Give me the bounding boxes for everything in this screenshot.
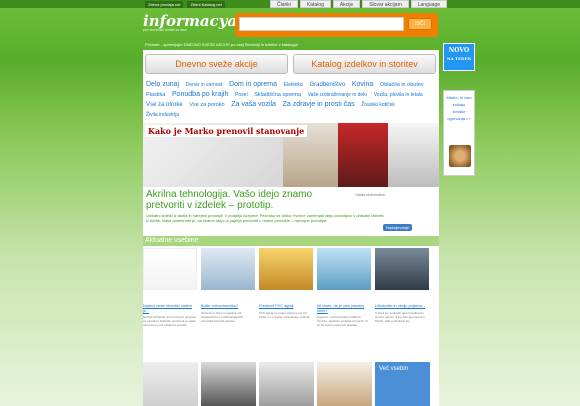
content-cards: Najbolj varen dimniški sistem je... Dimn… [143,248,439,348]
tag[interactable]: Skladiščna oprema [254,92,301,98]
banner-image-dining [388,123,439,187]
article-title[interactable]: Akrilna tehnologija. Vašo idejo znamo pr… [146,189,336,211]
slider-dots: Ostala obdelovalne: [355,193,386,197]
topnav-katalog[interactable]: Katalog [299,0,331,8]
topnav-slovar[interactable]: Slovar akcijam [362,0,409,8]
category-tags: Delo zunaj Denar in varnost Dom in oprem… [146,80,436,120]
article-text: Unikatni izdelki iz akrila in narejeni p… [146,213,384,223]
firewood-image [449,145,471,167]
tag[interactable]: Dom in oprema [229,81,277,88]
novo-label: NOVO [448,47,470,54]
section-title: Aktualne vsebine [143,236,439,246]
ad-line: znižajo [452,102,466,107]
tag[interactable]: Za vaša vozila [231,101,276,108]
card-image[interactable] [259,362,314,406]
card-link[interactable]: Učinkovita in okolju prijazna... [375,304,430,309]
card[interactable]: Bolite zobozdravnika? Strokovno, fleks i… [201,248,256,323]
card-text: Pogovor s strokovnjakom Mitkom Ocvirko, … [317,315,369,327]
card-image [317,248,371,290]
tag[interactable]: Vse za otroke [146,102,183,108]
featured-banner[interactable]: Kako je Marko prenovil stanovanje [143,123,439,187]
card[interactable]: Najbolj varen dimniški sistem je... Dimn… [143,248,198,327]
logo-tagline: prvi slovenski izdelki za dom [143,28,188,32]
tag[interactable]: Za zdravje in prosti čas [283,101,355,108]
ad-line: stroške [452,109,466,114]
toplink-2[interactable]: Zbirni Katalog.net [187,1,225,8]
search-box: ISČI [235,13,438,37]
card-link[interactable]: Najbolj varen dimniški sistem je... [143,304,198,313]
tag[interactable]: Vaše izobraževanje in delo [308,92,367,98]
tag[interactable]: Vse za poroko [189,102,224,108]
card-link[interactable]: Ali veste, da je nalo plastenj mehri. [317,304,372,313]
card-text: Strokovno, fleks in ugodna zdr standardn… [201,310,244,323]
content-cards-row2: Več vsebin [143,362,439,406]
card-image[interactable] [201,362,256,406]
tag[interactable]: Ponudba po krajih [172,91,228,98]
topnav-akcije[interactable]: Akcije [332,0,361,8]
tag[interactable]: Živila industrija [146,112,179,118]
novo-sub: NA TEDEN [446,56,472,61]
card-link[interactable]: Bolite zobozdravnika? [201,304,256,309]
read-more-button[interactable]: Nadaljevanje [383,224,413,231]
tag[interactable]: Gradbeništvo [310,82,346,88]
tag[interactable]: Kovina [352,81,373,88]
search-input[interactable] [239,17,404,31]
card[interactable]: Učinkovita in okolju prijazna... Iz žite… [375,248,430,323]
top-links: Zbirna prodaja.net Zbirni Katalog.net [145,1,225,8]
banner-image-kitchen [338,123,388,187]
banner-title: Kako je Marko prenovil stanovanje [145,125,308,137]
card-text: Iz žiteli leo sodelnih garol konjibarvni… [375,310,425,323]
card-text: Dimniki Schiedel vsi kot plus je pripeva… [143,315,196,327]
more-content-button[interactable]: Več vsebin [375,362,430,406]
intro-text: Pričnate - spremljajte DNEVNO SVEŽE AKCI… [145,42,298,47]
card[interactable]: Predmoti PVC agraji PVC agraji ne trajno… [259,248,314,319]
catalog-button[interactable]: Katalog izdelkov in storitev [293,54,436,74]
card-image [375,248,429,290]
card-image[interactable] [143,362,198,406]
daily-deals-button[interactable]: Dnevno sveže akcije [145,54,288,74]
card-image [201,248,255,290]
toplink-1[interactable]: Zbirna prodaja.net [145,1,184,8]
card-image [143,248,197,290]
topnav-language[interactable]: Language [410,0,447,8]
topnav-clanki[interactable]: Članki [270,0,298,8]
card-link[interactable]: Predmoti PVC agraji [259,304,314,309]
ad-line: Mislim, ki vam [446,95,472,100]
top-nav: Članki Katalog Akcije Slovar akcijam Lan… [270,0,447,8]
search-button[interactable]: ISČI [408,18,432,30]
tag[interactable]: Delo zunaj [146,81,179,88]
tag[interactable]: Živalski kotiček [361,102,395,108]
tag[interactable]: Posel [235,92,248,98]
card-text: PVC agraji ne trajno odporne na UV žarke… [259,310,311,319]
card-image[interactable] [317,362,372,406]
tag[interactable]: Vozila, plovila in letala [374,92,423,98]
card[interactable]: Ali veste, da je nalo plastenj mehri. Po… [317,248,372,327]
tag[interactable]: Denar in varnost [186,82,223,88]
tag[interactable]: Plastika [146,92,165,98]
tag[interactable]: Elektrika [284,82,303,88]
novo-badge[interactable]: NOVO NA TEDEN [443,43,475,71]
tag[interactable]: Oblačila in obutev [380,82,424,88]
ad-line: ogrevanja >> [447,116,471,121]
card-image [259,248,313,290]
